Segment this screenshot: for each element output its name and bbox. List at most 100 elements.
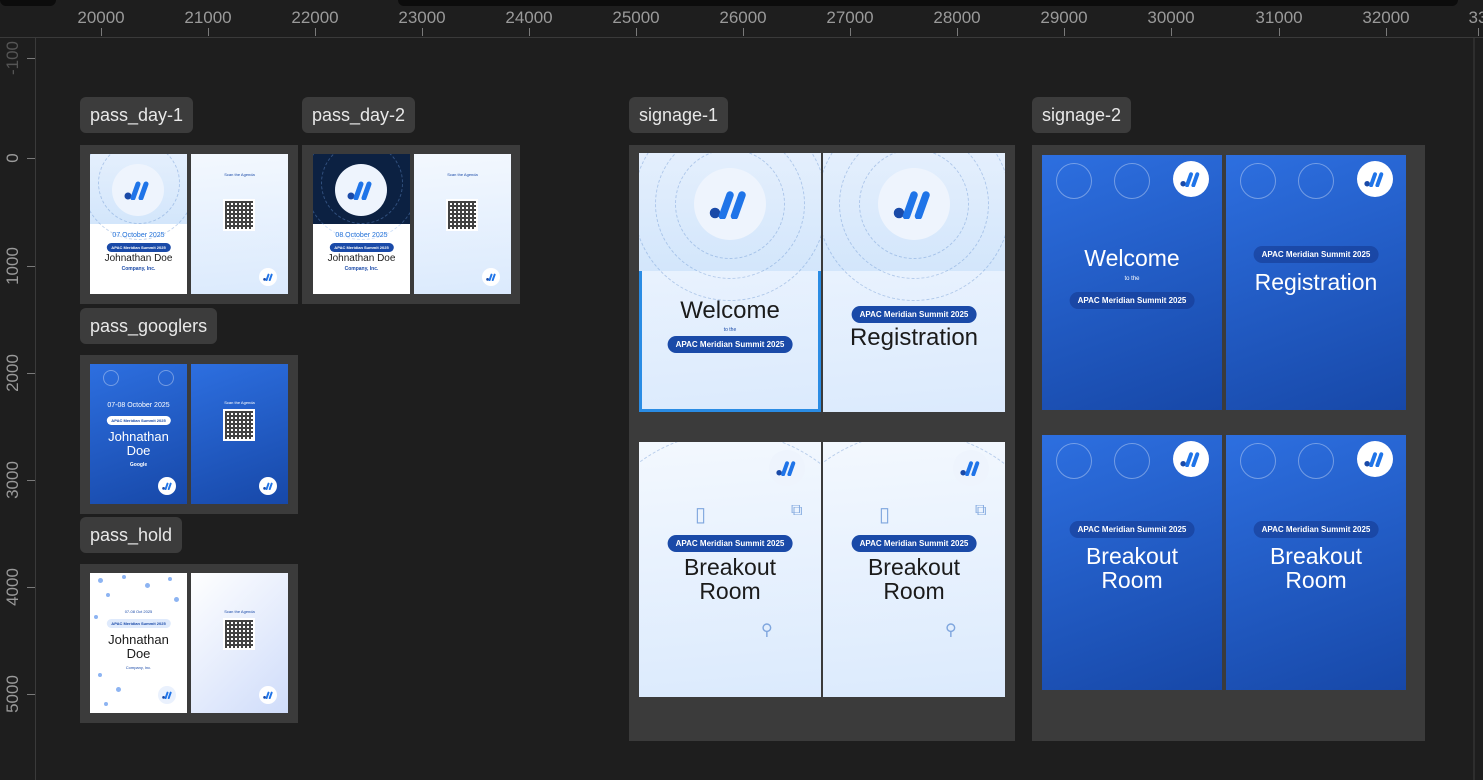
frame-pass-googlers[interactable]: 07-08 October 2025 APAC Meridian Summit … (80, 355, 298, 514)
attendee-last-name: Doe (126, 443, 151, 458)
brand-logo (1173, 441, 1209, 477)
event-pill: APAC Meridian Summit 2025 (106, 416, 171, 425)
small-logo-icon (482, 268, 500, 286)
signage-title: Welcome (1084, 245, 1180, 271)
signage-title: Breakout Room (639, 555, 821, 603)
ruler-tick (208, 28, 209, 36)
signage-welcome-dark[interactable]: Welcome to the APAC Meridian Summit 2025 (1042, 155, 1222, 410)
frame-pass-hold[interactable]: 07-08 Oct 2025 APAC Meridian Summit 2025… (80, 564, 298, 723)
meridian-logo-icon (960, 461, 980, 476)
meridian-logo-icon (1364, 172, 1384, 187)
attendee-company: Company, Inc. (121, 266, 156, 272)
ruler-tick (27, 158, 35, 159)
pass-day-1-front[interactable]: 07 October 2025 APAC Meridian Summit 202… (90, 154, 187, 294)
ruler-tick (743, 28, 744, 36)
pass-date: 07-08 October 2025 (107, 402, 170, 409)
frame-label-signage-2[interactable]: signage-2 (1032, 97, 1132, 133)
signage-title: Breakout Room (823, 555, 1005, 603)
signage-breakout-light-2[interactable]: ▯ ⧉ ⚲ APAC Meridian Summit 2025 Breakout… (823, 442, 1005, 697)
ruler-label: 2000 (3, 354, 22, 392)
signage-subtitle: to the (723, 327, 737, 333)
ruler-label: 26000 (719, 8, 767, 27)
ruler-label: 25000 (612, 8, 660, 27)
signage-title-line1: Breakout (1269, 543, 1363, 569)
scan-agenda-text: Scan the Agenda (224, 609, 255, 614)
frame-signage-1[interactable]: Welcome to the APAC Meridian Summit 2025… (629, 145, 1015, 741)
vertical-ruler[interactable]: -100 0 1000 2000 3000 4000 5000 (0, 38, 36, 780)
ruler-tick (636, 28, 637, 36)
event-pill: APAC Meridian Summit 2025 (1069, 292, 1195, 309)
ruler-label: 27000 (826, 8, 874, 27)
signage-breakout-dark-2[interactable]: APAC Meridian Summit 2025 Breakout Room (1226, 435, 1406, 690)
event-pill: APAC Meridian Summit 2025 (1253, 246, 1379, 263)
frame-signage-2[interactable]: Welcome to the APAC Meridian Summit 2025… (1032, 145, 1425, 741)
pass-day-2-front[interactable]: 08 October 2025 APAC Meridian Summit 202… (313, 154, 410, 294)
meridian-logo-icon (347, 181, 372, 200)
event-pill: APAC Meridian Summit 2025 (851, 306, 977, 323)
ruler-tick (27, 694, 35, 695)
ruler-tick (957, 28, 958, 36)
attendee-name: Johnathan Doe (90, 633, 187, 661)
phone-icon: ▯ (695, 504, 707, 526)
event-pill: APAC Meridian Summit 2025 (667, 535, 793, 552)
signage-title-line1: Breakout (683, 554, 777, 580)
screens-icon: ⧉ (791, 502, 803, 519)
brand-logo (335, 164, 387, 216)
small-logo-icon (158, 686, 176, 704)
signage-title-line2: Room (699, 578, 761, 604)
frame-label-signage-1[interactable]: signage-1 (629, 97, 729, 133)
ruler-tick (850, 28, 851, 36)
signage-title: Registration (849, 324, 979, 351)
frame-pass-day-2[interactable]: 08 October 2025 APAC Meridian Summit 202… (302, 145, 520, 304)
signage-registration-light[interactable]: APAC Meridian Summit 2025 Registration (823, 153, 1005, 412)
pass-date: 08 October 2025 (335, 232, 388, 239)
ruler-label: 29000 (1040, 8, 1088, 27)
vertical-scrollbar[interactable] (1473, 38, 1475, 780)
meridian-logo-icon (1180, 452, 1200, 467)
ruler-label: 1000 (3, 247, 22, 285)
frame-label-pass-googlers[interactable]: pass_googlers (80, 308, 218, 344)
frame-label-pass-day-2[interactable]: pass_day-2 (302, 97, 416, 133)
frame-pass-day-1[interactable]: 07 October 2025 APAC Meridian Summit 202… (80, 145, 298, 304)
meridian-logo-icon (776, 461, 796, 476)
horizontal-ruler[interactable]: 20000 21000 22000 23000 24000 25000 26000 27000… (0, 0, 1483, 38)
attendee-company: Google (129, 462, 148, 468)
ruler-label: 4000 (3, 568, 22, 606)
brand-logo (953, 450, 989, 486)
frame-label-pass-hold[interactable]: pass_hold (80, 517, 183, 553)
design-canvas[interactable]: 20000 21000 22000 23000 24000 25000 26000 27000… (0, 0, 1483, 780)
signage-header-pattern (823, 153, 1005, 301)
pass-hold-front[interactable]: 07-08 Oct 2025 APAC Meridian Summit 2025… (90, 573, 187, 713)
small-logo-icon (259, 686, 277, 704)
small-logo-icon (259, 477, 277, 495)
pass-day-2-back[interactable]: Scan the Agenda (414, 154, 511, 294)
signage-registration-dark[interactable]: APAC Meridian Summit 2025 Registration (1226, 155, 1406, 410)
ruler-label: 30000 (1147, 8, 1195, 27)
meridian-logo-icon (1364, 452, 1384, 467)
pass-googlers-back[interactable]: Scan the Agenda (191, 364, 288, 504)
event-pill: APAC Meridian Summit 2025 (1253, 521, 1379, 538)
ruler-label: 21000 (184, 8, 232, 27)
ruler-label: 20000 (77, 8, 125, 27)
attendee-name: Johnathan Doe (90, 430, 187, 458)
ruler-tick (101, 28, 102, 36)
ruler-label: 3000 (3, 461, 22, 499)
signage-breakout-light-1[interactable]: ▯ ⧉ ⚲ APAC Meridian Summit 2025 Breakout… (639, 442, 821, 697)
attendee-first-name: Johnathan (108, 429, 169, 444)
ruler-tick (27, 373, 35, 374)
small-logo-icon (158, 477, 176, 495)
scan-agenda-text: Scan the Agenda (224, 400, 255, 405)
ruler-label: -100 (3, 40, 22, 76)
ruler-tick (1478, 28, 1479, 36)
pass-day-1-back[interactable]: Scan the Agenda (191, 154, 288, 294)
pass-googlers-front[interactable]: 07-08 October 2025 APAC Meridian Summit … (90, 364, 187, 504)
frame-label-pass-day-1[interactable]: pass_day-1 (80, 97, 194, 133)
meridian-logo-icon (1180, 172, 1200, 187)
ruler-label: 31000 (1255, 8, 1303, 27)
pass-hold-back[interactable]: Scan the Agenda (191, 573, 288, 713)
brand-logo (769, 450, 805, 486)
signage-welcome-light[interactable]: Welcome to the APAC Meridian Summit 2025 (639, 153, 821, 412)
ruler-label: 33 (1468, 8, 1483, 27)
signage-breakout-dark-1[interactable]: APAC Meridian Summit 2025 Breakout Room (1042, 435, 1222, 690)
ruler-tick (27, 58, 35, 59)
